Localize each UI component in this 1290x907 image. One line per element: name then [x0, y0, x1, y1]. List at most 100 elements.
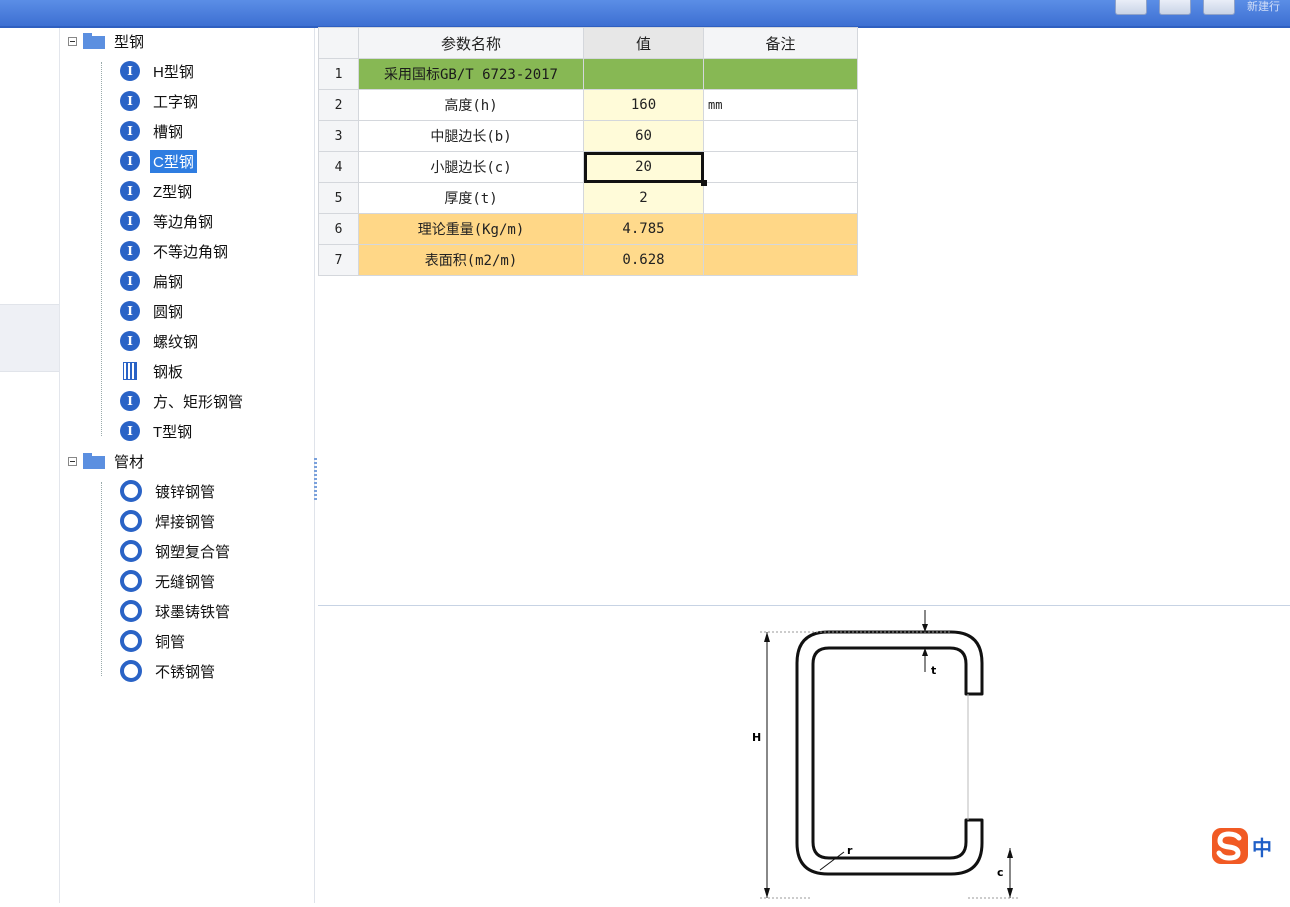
param-note-cell[interactable] — [703, 182, 858, 214]
tree-item-label-selected: C型钢 — [150, 149, 197, 173]
pane-divider[interactable] — [318, 605, 1290, 606]
tree-item-galvanized-pipe[interactable]: 镀锌钢管 — [120, 476, 218, 506]
tree-item-rebar[interactable]: I 螺纹钢 — [120, 326, 201, 356]
tree-item-i-beam[interactable]: I 工字钢 — [120, 86, 201, 116]
steel-profile-icon: I — [120, 271, 140, 291]
column-header-note[interactable]: 备注 — [703, 27, 858, 59]
dimension-label-h: H — [752, 731, 761, 744]
tree-item-label: 无缝钢管 — [155, 573, 216, 591]
param-note-cell[interactable] — [703, 58, 858, 90]
param-value-cell[interactable]: 2 — [583, 182, 704, 214]
pipe-icon — [120, 480, 142, 502]
tree-item-label: 螺纹钢 — [153, 333, 199, 351]
grid-icon[interactable] — [1159, 0, 1191, 15]
param-name-cell[interactable]: 中腿边长(b) — [358, 120, 584, 152]
collapse-icon[interactable] — [68, 456, 77, 466]
param-value-cell[interactable]: 0.628 — [583, 244, 704, 276]
pipe-icon — [120, 540, 142, 562]
tree-item-seamless-pipe[interactable]: 无缝钢管 — [120, 566, 218, 596]
table-row: 2 高度(h) 160 mm — [318, 89, 858, 121]
param-name-cell[interactable]: 理论重量(Kg/m) — [358, 213, 584, 245]
pipe-icon — [120, 570, 142, 592]
steel-profile-icon: I — [120, 121, 140, 141]
tree-group-section-steel[interactable]: 型钢 — [68, 26, 147, 56]
tree-item-round-bar[interactable]: I 圆钢 — [120, 296, 186, 326]
ribbon-toolbar: 新建行 — [1115, 0, 1280, 18]
c-section-diagram: H t r c — [692, 608, 1024, 903]
param-note-cell[interactable] — [703, 151, 858, 183]
param-name-cell[interactable]: 表面积(m2/m) — [358, 244, 584, 276]
table-row: 5 厚度(t) 2 — [318, 182, 858, 214]
row-number-header — [318, 27, 359, 59]
param-name-cell[interactable]: 采用国标GB/T 6723-2017 — [358, 58, 584, 90]
dimension-label-t: t — [931, 664, 936, 677]
pipe-icon — [120, 630, 142, 652]
tree-item-label: T型钢 — [153, 423, 193, 441]
steel-profile-icon: I — [120, 241, 140, 261]
param-name-cell[interactable]: 高度(h) — [358, 89, 584, 121]
tree-item-z-section[interactable]: I Z型钢 — [120, 176, 195, 206]
column-header-name[interactable]: 参数名称 — [358, 27, 584, 59]
copy-icon[interactable] — [1203, 0, 1235, 15]
tree-item-copper-pipe[interactable]: 铜管 — [120, 626, 188, 656]
tree-item-steel-plate[interactable]: 钢板 — [120, 356, 186, 386]
tree-item-rect-tube[interactable]: I 方、矩形钢管 — [120, 386, 246, 416]
plate-icon — [123, 362, 137, 380]
tree-item-h-beam[interactable]: I H型钢 — [120, 56, 197, 86]
layout-icon[interactable] — [1115, 0, 1147, 15]
param-name-cell[interactable]: 厚度(t) — [358, 182, 584, 214]
param-name-cell[interactable]: 小腿边长(c) — [358, 151, 584, 183]
tree-item-welded-pipe[interactable]: 焊接钢管 — [120, 506, 218, 536]
row-number: 4 — [318, 151, 359, 183]
row-number: 7 — [318, 244, 359, 276]
ime-indicator[interactable]: 中 — [1210, 826, 1272, 866]
pipe-icon — [120, 600, 142, 622]
tree-item-equal-angle[interactable]: I 等边角钢 — [120, 206, 216, 236]
tree-item-c-section[interactable]: I C型钢 — [120, 146, 197, 176]
param-note-cell[interactable] — [703, 244, 858, 276]
collapse-icon[interactable] — [68, 36, 77, 46]
tree-item-channel[interactable]: I 槽钢 — [120, 116, 186, 146]
panel-splitter[interactable] — [314, 458, 317, 502]
table-row: 6 理论重量(Kg/m) 4.785 — [318, 213, 858, 245]
column-header-value[interactable]: 值 — [583, 27, 704, 59]
row-number: 5 — [318, 182, 359, 214]
dimension-label-r: r — [847, 844, 853, 857]
param-note-cell[interactable] — [703, 213, 858, 245]
tree-item-t-section[interactable]: I T型钢 — [120, 416, 195, 446]
param-note-cell[interactable] — [703, 120, 858, 152]
table-row: 7 表面积(m2/m) 0.628 — [318, 244, 858, 276]
table-row: 1 采用国标GB/T 6723-2017 — [318, 58, 858, 90]
pipe-icon — [120, 510, 142, 532]
param-value-cell[interactable]: 60 — [583, 120, 704, 152]
fill-handle[interactable] — [701, 180, 707, 186]
left-nav-strip — [0, 28, 60, 903]
tree-group-label: 管材 — [114, 453, 145, 471]
tree-item-label: 镀锌钢管 — [155, 483, 216, 501]
tree-item-label: 不等边角钢 — [153, 243, 229, 261]
param-value-cell[interactable]: 4.785 — [583, 213, 704, 245]
steel-profile-icon: I — [120, 391, 140, 411]
param-note-cell[interactable]: mm — [703, 89, 858, 121]
param-value-cell-active[interactable]: 20 — [583, 151, 707, 186]
active-cell-value: 20 — [635, 159, 652, 175]
tree-group-pipes[interactable]: 管材 — [68, 446, 147, 476]
new-row-button[interactable]: 新建行 — [1247, 0, 1280, 14]
tree-item-flat-bar[interactable]: I 扁钢 — [120, 266, 186, 296]
steel-profile-icon: I — [120, 331, 140, 351]
row-number: 2 — [318, 89, 359, 121]
tree-item-label: 槽钢 — [153, 123, 184, 141]
tree-item-ductile-iron-pipe[interactable]: 球墨铸铁管 — [120, 596, 233, 626]
tree-item-unequal-angle[interactable]: I 不等边角钢 — [120, 236, 231, 266]
sogou-ime-icon — [1212, 828, 1248, 864]
table-header-row: 参数名称 值 备注 — [318, 27, 858, 59]
tree-item-composite-pipe[interactable]: 钢塑复合管 — [120, 536, 233, 566]
category-tree: 型钢 I H型钢 I 工字钢 I 槽钢 I C型钢 I Z型钢 I 等边角钢 I 不等边角钢 … — [60, 28, 315, 903]
ribbon-strip: 新建行 — [0, 0, 1290, 28]
tree-item-label: 焊接钢管 — [155, 513, 216, 531]
left-nav-selected-item[interactable] — [0, 304, 59, 372]
steel-profile-icon: I — [120, 151, 140, 171]
param-value-cell[interactable]: 160 — [583, 89, 704, 121]
param-value-cell[interactable] — [583, 58, 704, 90]
tree-item-stainless-pipe[interactable]: 不锈钢管 — [120, 656, 218, 686]
